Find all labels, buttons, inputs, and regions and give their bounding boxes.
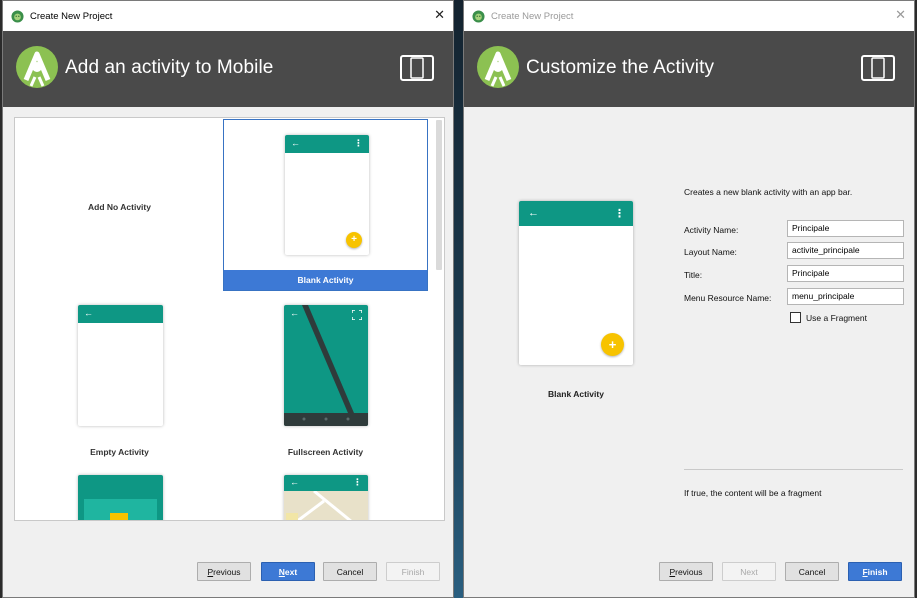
button-label: Finish [862,566,888,577]
title-input[interactable]: Principale [787,265,904,282]
android-studio-icon [472,9,485,23]
wizard-footer: Previous Next Cancel Finish [464,537,914,597]
menu-resource-name-label: Menu Resource Name: [684,293,772,303]
overflow-menu-icon: ⋮ [614,208,625,220]
back-arrow-icon: ← [290,477,299,487]
fab-plus-icon: + [346,232,362,248]
preview-app-bar: ← ⋮ [284,475,368,491]
activity-preview-phone: ← [78,305,163,426]
page-title: Add an activity to Mobile [65,57,274,78]
close-icon[interactable]: ✕ [895,7,906,23]
back-arrow-icon: ← [290,308,299,318]
desktop-background-strip [454,0,463,598]
use-fragment-checkbox[interactable] [790,312,801,323]
window-title: Create New Project [30,10,113,22]
device-form-factor-icon [861,55,895,81]
use-fragment-option[interactable]: Use a Fragment [790,312,867,323]
button-label: Next [278,566,298,577]
overflow-menu-icon: ⋮ [353,477,362,487]
wizard-header: Customize the Activity [464,31,914,107]
activity-tile-empty-activity[interactable]: ← Empty Activity [17,298,222,468]
wizard-footer: Previous Next Cancel Finish [3,537,453,597]
use-fragment-label: Use a Fragment [806,312,867,323]
activity-preview-phone: ← ⋮ [284,475,368,520]
add-activity-window: Create New Project ✕ Add an activity to … [2,0,454,598]
activity-tile-label: Blank Activity [224,270,427,290]
activity-tile-label: Add No Activity [88,202,151,212]
finish-button[interactable]: Finish [848,562,902,581]
preview-app-bar: ← [78,305,163,323]
android-studio-logo-icon [16,46,58,88]
activity-preview-phone: ← ⋮ + [519,201,633,365]
activity-preview-phone: ← ⋮ + [285,135,369,255]
wizard-header: Add an activity to Mobile [3,31,453,107]
overflow-menu-icon: ⋮ [354,138,363,148]
activity-tile-blank-activity[interactable]: ← ⋮ + Blank Activity [223,119,428,291]
window-titlebar[interactable]: Create New Project ✕ [3,1,453,31]
layout-name-label: Layout Name: [684,247,737,257]
activity-preview-phone [78,475,163,520]
activity-name-label: Activity Name: [684,225,739,235]
activity-name-input[interactable]: Principale [787,220,904,237]
window-titlebar[interactable]: Create New Project ✕ [464,1,914,31]
next-button[interactable]: Next [261,562,315,581]
activity-preview-phone: ← [284,305,368,426]
activity-tile-label: Fullscreen Activity [287,447,364,457]
field-hint: If true, the content will be a fragment [684,488,822,498]
page-title: Customize the Activity [526,57,715,78]
window-title: Create New Project [491,10,574,22]
back-arrow-icon: ← [528,207,539,219]
gallery-scrollbar[interactable] [436,120,442,270]
fab-plus-icon: + [601,333,624,356]
button-label: Previous [207,566,241,577]
preview-app-bar: ← ⋮ [285,135,369,153]
previous-button[interactable]: Previous [197,562,251,581]
preview-app-bar: ← ⋮ [519,201,633,226]
fullscreen-preview-graphic [284,305,368,426]
hint-separator [684,469,903,470]
map-preview-graphic [286,491,352,520]
preview-label: Blank Activity [548,389,604,399]
menu-resource-name-input[interactable]: menu_principale [787,288,904,305]
button-label: Previous [669,566,703,577]
previous-button[interactable]: Previous [659,562,713,581]
activity-tile-partial-1[interactable] [17,470,222,520]
activity-tile-label: Empty Activity [90,447,149,457]
android-studio-icon [11,9,24,23]
next-button[interactable]: Next [722,562,776,581]
title-label: Title: [684,270,703,280]
activity-description: Creates a new blank activity with an app… [684,187,853,197]
activity-tile-add-no-activity[interactable]: Add No Activity [17,120,222,290]
back-arrow-icon: ← [291,138,300,148]
customize-activity-window: Create New Project ✕ Customize the Activ… [463,0,915,598]
android-studio-logo-icon [477,46,519,88]
activity-gallery[interactable]: Add No Activity ← ⋮ + Blank Activity ← E… [14,117,445,521]
fullscreen-expand-icon [352,310,362,320]
device-form-factor-icon [400,55,434,81]
cancel-button[interactable]: Cancel [323,562,377,581]
activity-tile-partial-2[interactable]: ← ⋮ [223,470,428,520]
cancel-button[interactable]: Cancel [785,562,839,581]
close-icon[interactable]: ✕ [434,7,445,23]
preview-highlight-block [110,513,128,520]
activity-tile-fullscreen-activity[interactable]: ← Fullscreen Activity [223,298,428,468]
back-arrow-icon: ← [84,308,93,318]
layout-name-input[interactable]: activite_principale [787,242,904,259]
finish-button[interactable]: Finish [386,562,440,581]
